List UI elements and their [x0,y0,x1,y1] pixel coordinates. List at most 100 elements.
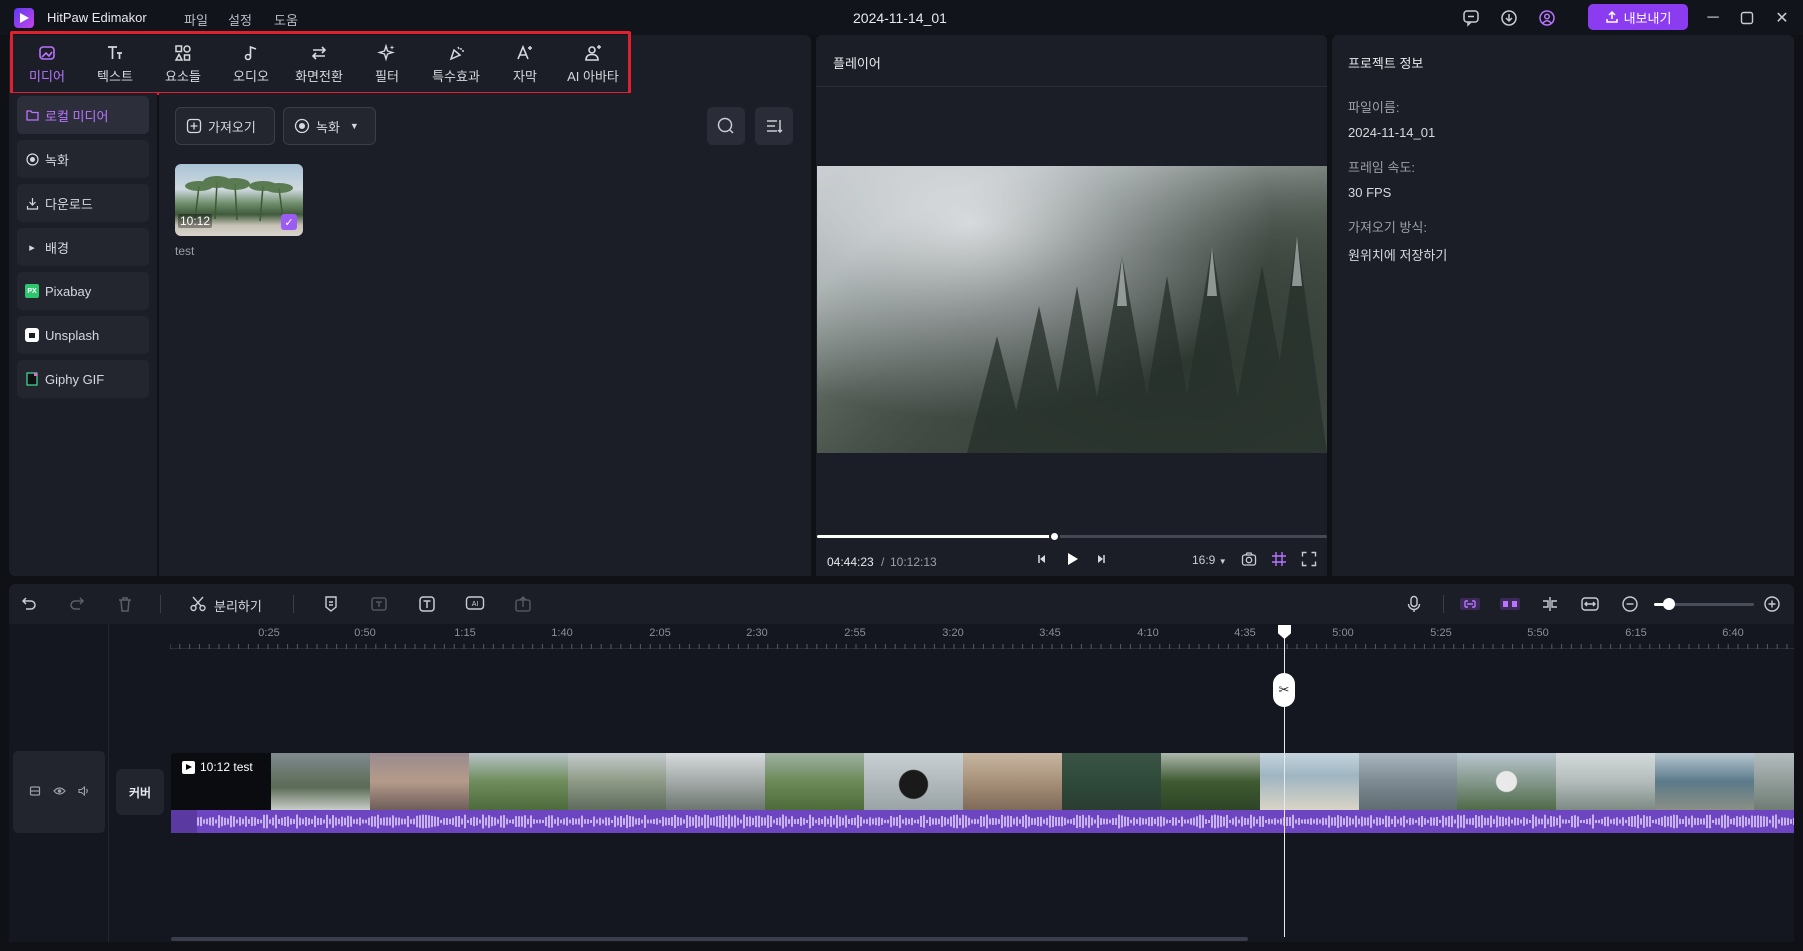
clip-frame [468,753,568,810]
eye-icon[interactable] [52,785,66,800]
feedback-icon[interactable] [1458,5,1484,31]
split-button[interactable]: 분리하기 [214,596,262,615]
play-icon[interactable] [1063,550,1081,571]
total-time: 10:12:13 [890,555,937,569]
add-text-icon[interactable] [415,592,439,616]
project-info-panel [1332,35,1794,576]
menu-help[interactable]: 도움 [274,10,298,29]
tab-transitions[interactable]: 화면전환 [285,40,353,88]
subtitle-icon [515,40,535,66]
cover-button[interactable]: 커버 [116,769,164,815]
tab-elements[interactable]: 요소들 [149,40,217,88]
maximize-icon[interactable] [1734,5,1760,31]
clip-frame [270,753,370,810]
minimize-icon[interactable]: ─ [1700,5,1726,31]
next-frame-icon[interactable] [1094,552,1108,569]
check-icon[interactable]: ✓ [281,214,297,230]
timeline-toolbar [9,584,1794,624]
sidebar-item-label: 배경 [45,240,69,256]
record-label: 녹화 [316,119,340,135]
undo-icon[interactable] [17,592,41,616]
clip-frame [1358,753,1458,810]
ruler-tick-label: 6:15 [1625,627,1647,639]
scissors-icon[interactable] [186,592,210,616]
redo-icon[interactable] [65,592,89,616]
tab-effects[interactable]: 특수효과 [421,40,491,88]
ruler-tick-label: 1:40 [551,627,573,639]
timeline-ruler-ticks[interactable] [170,640,1794,650]
search-button[interactable] [707,107,745,145]
sidebar-item-local-media[interactable]: 로컬 미디어 [17,96,149,134]
video-clip[interactable] [171,753,1794,810]
export-label: 내보내기 [1623,10,1672,26]
download-circle-icon[interactable] [1496,5,1522,31]
sidebar-item-giphy[interactable]: Giphy GIF [17,360,149,398]
microphone-icon[interactable] [1402,592,1426,616]
delete-icon[interactable] [113,592,137,616]
track-lock-icon[interactable] [29,785,41,800]
snapshot-camera-icon[interactable] [1241,551,1257,570]
tab-filters[interactable]: 필터 [353,40,421,88]
speaker-icon[interactable] [77,785,90,800]
grid-icon[interactable] [1271,551,1287,570]
audio-waveform[interactable] [171,810,1794,833]
previous-frame-icon[interactable] [1035,552,1049,569]
sort-button[interactable] [755,107,793,145]
account-icon[interactable] [1534,5,1560,31]
split-scissors-icon[interactable]: ✂ [1273,673,1295,707]
clip-frame [765,753,865,810]
app-name: HitPaw Edimakor [47,10,147,25]
text-box-icon[interactable] [367,592,391,616]
import-button[interactable]: 가져오기 [175,107,275,145]
fullscreen-icon[interactable] [1301,551,1317,570]
filename-label: 파일이름: [1348,100,1400,115]
close-icon[interactable]: ✕ [1769,5,1795,31]
tab-label: 화면전환 [295,69,343,84]
tab-text[interactable]: 텍스트 [81,40,149,88]
sidebar-item-unsplash[interactable]: Unsplash [17,316,149,354]
sidebar-item-background[interactable]: ▸ 배경 [17,228,149,266]
tab-media[interactable]: 미디어 [13,40,81,88]
insert-split-icon[interactable] [1538,592,1562,616]
ai-tool-icon[interactable]: AI [463,592,487,616]
fit-width-icon[interactable] [1578,592,1602,616]
clip-frame [1259,753,1359,810]
clip-frame [963,753,1062,810]
export-button[interactable]: 내보내기 [1588,4,1688,30]
app-logo-icon [14,8,34,28]
menu-settings[interactable]: 설정 [228,10,252,29]
zoom-in-icon[interactable] [1760,592,1784,616]
zoom-slider-knob[interactable] [1663,598,1675,610]
record-dropdown-button[interactable]: 녹화 ▼ [283,107,376,145]
tab-subtitles[interactable]: 자막 [491,40,559,88]
sidebar-item-label: Giphy GIF [45,371,105,387]
media-item-name: test [175,244,195,258]
clip-frame [1556,753,1656,810]
sidebar-item-pixabay[interactable]: PX Pixabay [17,272,149,310]
sidebar-item-download[interactable]: 다운로드 [17,184,149,222]
ruler-tick-label: 4:35 [1234,627,1256,639]
marker-icon[interactable] [319,592,343,616]
magnet-snap-icon[interactable] [1498,592,1522,616]
tab-ai-avatar[interactable]: AI 아바타 [558,40,628,88]
zoom-out-icon[interactable] [1618,592,1642,616]
text-icon [105,40,125,66]
ruler-tick-label: 3:20 [942,627,964,639]
video-preview[interactable] [817,166,1327,453]
sidebar-item-recording[interactable]: 녹화 [17,140,149,178]
time-separator: / [881,555,885,569]
menu-file[interactable]: 파일 [184,10,208,29]
filename-value: 2024-11-14_01 [1348,125,1436,140]
unsplash-icon [25,328,39,342]
clip-frame [369,753,469,810]
timeline-horizontal-scrollbar[interactable] [171,937,1248,941]
play-icon [182,760,195,774]
export-clip-icon[interactable] [511,592,535,616]
ruler-tick-label: 1:15 [454,627,476,639]
filter-sparkle-icon [377,40,397,66]
ruler-tick-label: 6:40 [1722,627,1744,639]
clip-frame [666,753,766,810]
tab-audio[interactable]: 오디오 [217,40,285,88]
aspect-ratio-select[interactable]: 16:9 ▼ [1192,553,1227,567]
link-icon[interactable] [1458,592,1482,616]
